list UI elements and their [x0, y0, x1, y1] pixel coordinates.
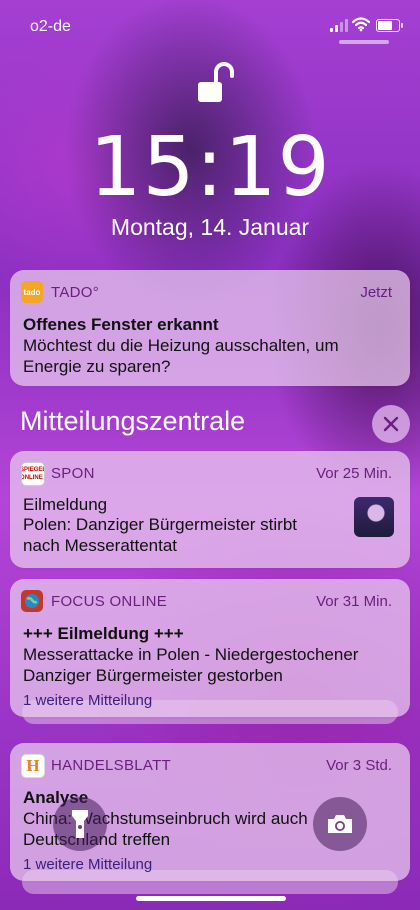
notification-time: Vor 25 Min. — [316, 465, 392, 482]
more-notifications-link[interactable]: 1 weitere Mitteilung — [23, 692, 152, 709]
camera-button[interactable] — [313, 797, 367, 851]
notification-body-line1: Polen: Danziger Bürgermeister stirbt — [23, 515, 298, 534]
notification-focus[interactable]: FOCUS ONLINE Vor 31 Min. +++ Eilmeldung … — [10, 579, 410, 717]
notification-body-line2: Danziger Bürgermeister gestorben — [23, 666, 283, 685]
flashlight-button[interactable] — [53, 797, 107, 851]
app-name: SPON — [51, 465, 95, 482]
notification-title: +++ Eilmeldung +++ — [23, 624, 184, 643]
spon-app-icon: SPIEGEL ONLINE — [21, 462, 45, 486]
status-bar: o2-de — [0, 0, 420, 46]
handelsblatt-icon-text: H — [26, 756, 40, 775]
notification-title: Offenes Fenster erkannt — [23, 315, 219, 334]
notification-body-line2: Energie zu sparen? — [23, 357, 171, 376]
carrier-label: o2-de — [30, 18, 71, 35]
flashlight-icon — [72, 810, 88, 838]
control-center-grabber[interactable] — [339, 40, 389, 44]
close-button[interactable] — [372, 405, 410, 443]
signal-icon — [330, 18, 350, 32]
spon-icon-text: SPIEGEL ONLINE — [21, 467, 45, 481]
notification-title: Eilmeldung — [23, 495, 108, 514]
lock-open-icon — [198, 62, 234, 102]
lock-time: 15:19 — [89, 120, 331, 215]
notification-tado[interactable]: tado TADO° Jetzt Offenes Fenster erkannt… — [10, 270, 410, 386]
news-thumbnail — [354, 497, 394, 537]
battery-icon — [376, 19, 403, 32]
globe-icon — [25, 594, 39, 608]
notification-time: Vor 31 Min. — [316, 593, 392, 610]
handelsblatt-app-icon: H — [21, 754, 45, 778]
lock-date: Montag, 14. Januar — [110, 214, 310, 240]
notification-time: Vor 3 Std. — [326, 757, 392, 774]
notification-body-line2: nach Messerattentat — [23, 536, 178, 555]
app-name: FOCUS ONLINE — [51, 593, 168, 610]
notification-center-title: Mitteilungszentrale — [20, 406, 246, 436]
focus-app-icon — [21, 590, 43, 612]
notification-spon[interactable]: SPIEGEL ONLINE SPON Vor 25 Min. Eilmeldu… — [10, 451, 410, 568]
camera-icon — [328, 815, 352, 833]
wifi-icon — [352, 17, 370, 32]
tado-app-icon: tado — [21, 281, 43, 303]
home-indicator[interactable] — [136, 896, 286, 901]
more-notifications-link[interactable]: 1 weitere Mitteilung — [23, 856, 152, 873]
notification-body-line1: Messerattacke in Polen - Niedergestochen… — [23, 645, 359, 664]
app-name: HANDELSBLATT — [51, 757, 172, 774]
close-icon — [383, 416, 399, 432]
notification-body-line1: Möchtest du die Heizung ausschalten, um — [23, 336, 339, 355]
app-name: TADO° — [51, 284, 100, 301]
notification-time: Jetzt — [360, 284, 392, 301]
